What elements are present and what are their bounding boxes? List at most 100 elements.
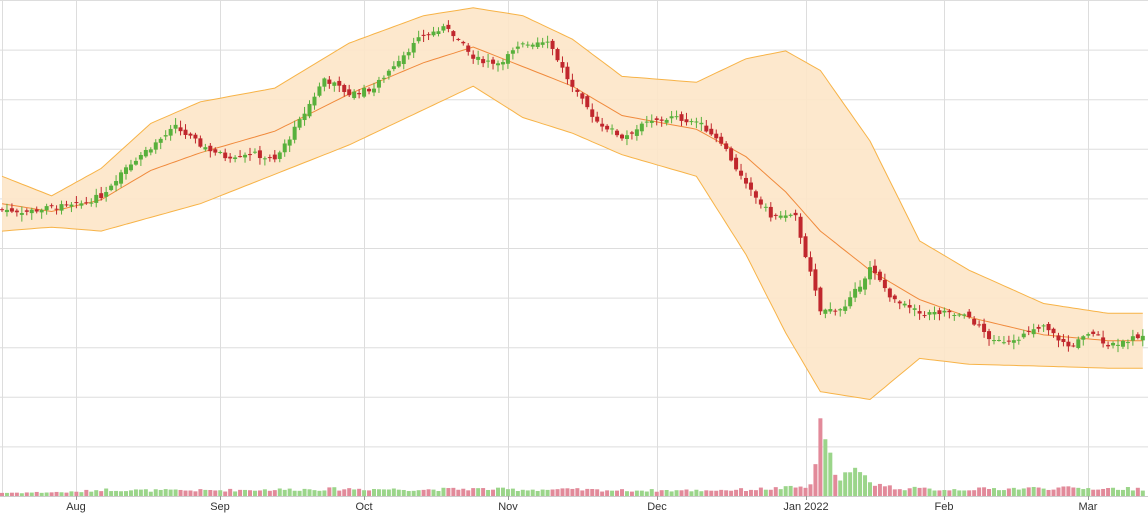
candle-body — [99, 193, 104, 199]
volume-bar — [322, 490, 327, 496]
volume-bar — [748, 489, 753, 496]
candle-body — [476, 56, 481, 60]
volume-bar — [436, 491, 441, 496]
volume-bar — [858, 472, 863, 496]
candle-body — [932, 311, 937, 315]
volume-bar — [644, 491, 649, 496]
candle-body — [813, 269, 818, 291]
candle-body — [853, 288, 858, 298]
volume-bar — [128, 490, 133, 496]
candle-body — [173, 124, 178, 129]
candle-body — [1086, 334, 1091, 336]
volume-bar — [1031, 486, 1036, 496]
candle-body — [744, 177, 748, 184]
volume-bar — [595, 489, 600, 496]
volume-bar — [942, 490, 947, 496]
candle-body — [808, 257, 813, 272]
volume-bar — [213, 490, 218, 496]
candle-body — [1056, 335, 1061, 341]
candle-body — [362, 87, 367, 97]
candle-body — [69, 204, 74, 207]
candle-body — [322, 78, 327, 87]
volume-bar — [94, 490, 99, 496]
candle-body — [1140, 335, 1145, 341]
candle-body — [729, 148, 734, 161]
candle-body — [917, 311, 922, 314]
volume-bar — [143, 489, 148, 496]
candle-body — [580, 93, 585, 99]
volume-bar — [669, 491, 674, 496]
candle-body — [272, 154, 277, 160]
candle-body — [1096, 334, 1101, 336]
candle-body — [109, 185, 114, 191]
volume-bar — [634, 490, 639, 496]
candle-body — [768, 206, 773, 218]
volume-bar — [659, 490, 664, 496]
volume-bar — [396, 489, 401, 496]
volume-bar — [565, 488, 570, 496]
volume-bar — [352, 489, 357, 496]
volume-bar — [719, 489, 724, 496]
candle-body — [629, 132, 634, 134]
candle-body — [654, 118, 659, 120]
volume-bar — [828, 452, 833, 496]
candle-body — [1071, 345, 1076, 347]
volume-bar — [917, 487, 922, 496]
candle-body — [1081, 336, 1086, 340]
candle-body — [1051, 328, 1056, 334]
volume-bar — [962, 490, 967, 496]
volume-bar — [724, 490, 729, 496]
volume-bar — [203, 489, 208, 496]
volume-bar — [882, 486, 887, 496]
candle-body — [510, 50, 515, 54]
volume-bar — [902, 490, 907, 496]
volume-bar — [19, 493, 24, 496]
candle-body — [367, 88, 372, 92]
candle-body — [332, 82, 337, 86]
volume-bar — [912, 486, 917, 496]
candle-body — [451, 31, 456, 37]
volume-bar — [1081, 489, 1086, 496]
candle-body — [684, 119, 689, 123]
volume-bar — [907, 488, 912, 496]
candle-body — [208, 145, 213, 152]
volume-bar — [337, 490, 342, 496]
volume-bar — [24, 492, 29, 496]
candle-body — [1091, 331, 1096, 334]
candle-body — [243, 154, 248, 158]
candle — [555, 47, 560, 62]
candle-body — [436, 31, 441, 34]
candle-body — [74, 202, 79, 204]
candle-body — [892, 295, 897, 300]
candle-body — [1106, 344, 1111, 347]
candle-body — [347, 89, 352, 96]
volume-bar — [570, 488, 575, 496]
candle-body — [872, 265, 877, 274]
candle-body — [233, 157, 238, 160]
volume-bar — [872, 485, 877, 496]
volume-bar — [1096, 489, 1101, 496]
candle-body — [89, 202, 94, 204]
volume-bar — [674, 490, 679, 496]
candle-body — [644, 121, 649, 123]
candle-body — [734, 157, 739, 170]
volume-bar — [654, 491, 659, 496]
volume-bar — [992, 488, 996, 496]
candle-body — [104, 191, 109, 197]
volume-bars — [0, 418, 1145, 496]
candle-body — [1011, 340, 1016, 343]
volume-bar — [228, 488, 233, 496]
volume-bar — [605, 490, 610, 496]
candle-body — [992, 340, 996, 342]
candle-body — [565, 66, 570, 80]
x-tick-label: Oct — [355, 501, 372, 513]
volume-bar — [952, 489, 957, 496]
candle-body — [739, 170, 744, 176]
volume-bar — [505, 489, 510, 496]
candle-body — [29, 209, 34, 214]
candle-body — [133, 160, 138, 165]
candle-body — [4, 209, 9, 213]
volume-bar — [996, 490, 1001, 496]
volume-bar — [188, 490, 193, 496]
candle-body — [753, 191, 758, 198]
